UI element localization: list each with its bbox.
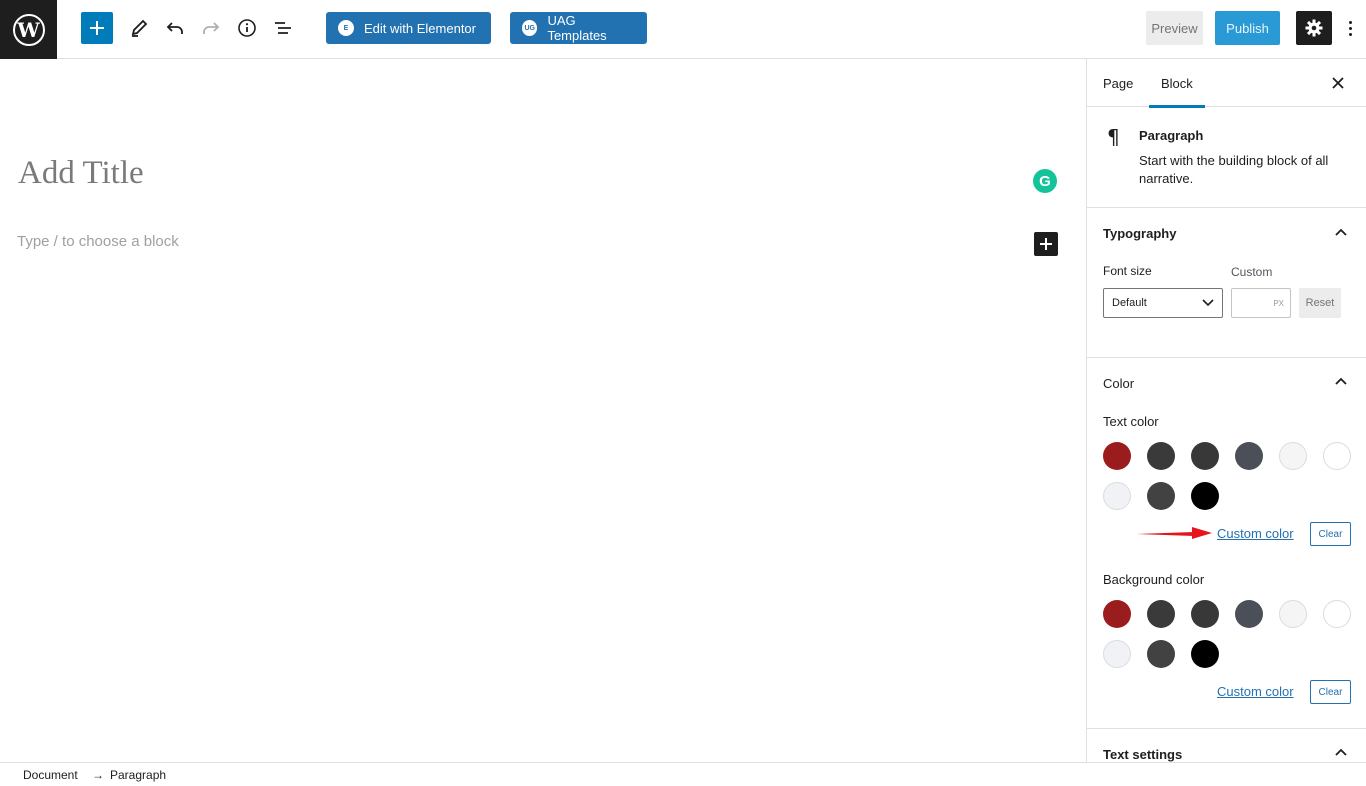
color-swatch[interactable] — [1147, 442, 1175, 470]
close-sidebar-button[interactable] — [1328, 73, 1348, 93]
color-swatch[interactable] — [1103, 442, 1131, 470]
block-appender-input[interactable]: Type / to choose a block — [17, 233, 179, 250]
color-swatch[interactable] — [1323, 442, 1351, 470]
tools-button[interactable] — [125, 14, 153, 42]
color-swatch[interactable] — [1235, 442, 1263, 470]
add-block-button[interactable] — [81, 12, 113, 44]
publish-button[interactable]: Publish — [1215, 11, 1280, 45]
undo-icon — [166, 22, 183, 34]
text-settings-panel-toggle[interactable]: Text settings — [1103, 747, 1182, 762]
text-settings-panel: Text settings — [1087, 729, 1366, 762]
tab-page[interactable]: Page — [1103, 59, 1133, 107]
edit-with-elementor-button[interactable]: E Edit with Elementor — [326, 12, 491, 44]
block-breadcrumb: Document → Paragraph — [0, 762, 1366, 786]
color-swatch[interactable] — [1279, 600, 1307, 628]
color-swatch[interactable] — [1147, 482, 1175, 510]
top-toolbar: W E Edit with Elementor UG UAG Templates… — [0, 0, 1366, 59]
typography-panel: Typography Font size Custom Default PX R… — [1087, 208, 1366, 358]
settings-sidebar: Page Block ¶ Paragraph Start with the bu… — [1086, 59, 1366, 762]
chevron-up-icon[interactable] — [1334, 746, 1348, 760]
info-icon — [238, 19, 256, 37]
text-custom-color-link[interactable]: Custom color — [1217, 526, 1294, 541]
background-custom-color-link[interactable]: Custom color — [1217, 684, 1294, 699]
block-card: ¶ Paragraph Start with the building bloc… — [1087, 107, 1366, 208]
chevron-down-icon — [1202, 299, 1214, 307]
breadcrumb-paragraph[interactable]: Paragraph — [110, 768, 166, 782]
list-view-icon — [275, 22, 291, 34]
color-swatch[interactable] — [1103, 640, 1131, 668]
color-swatch[interactable] — [1103, 482, 1131, 510]
details-button[interactable] — [233, 14, 261, 42]
font-size-select[interactable]: Default — [1103, 288, 1223, 318]
block-card-title: Paragraph — [1139, 128, 1204, 143]
pencil-icon — [131, 19, 148, 37]
color-swatch[interactable] — [1279, 442, 1307, 470]
preview-button[interactable]: Preview — [1146, 11, 1203, 45]
annotation-arrow-icon — [1136, 527, 1212, 539]
color-swatch[interactable] — [1103, 600, 1131, 628]
color-swatch[interactable] — [1147, 640, 1175, 668]
font-size-label: Font size — [1103, 264, 1152, 278]
text-color-clear-button[interactable]: Clear — [1310, 522, 1351, 546]
uag-icon: UG — [522, 20, 538, 36]
paragraph-icon: ¶ — [1107, 125, 1120, 149]
typography-panel-toggle[interactable]: Typography — [1103, 226, 1176, 241]
sidebar-tabs: Page Block — [1087, 59, 1366, 108]
post-title-input[interactable]: Add Title — [18, 155, 144, 192]
more-options-button[interactable] — [1340, 14, 1360, 42]
color-swatch[interactable] — [1147, 600, 1175, 628]
color-panel: Color Text color Custom color Clear Back… — [1087, 358, 1366, 729]
plus-icon — [1040, 238, 1052, 250]
color-swatch[interactable] — [1235, 600, 1263, 628]
custom-font-size-input[interactable]: PX — [1231, 288, 1291, 318]
color-swatch[interactable] — [1191, 600, 1219, 628]
redo-button[interactable] — [197, 14, 225, 42]
block-inserter-button[interactable] — [1034, 232, 1058, 256]
background-color-label: Background color — [1103, 572, 1205, 587]
color-swatch[interactable] — [1191, 482, 1219, 510]
settings-button[interactable] — [1296, 11, 1332, 45]
gear-icon — [1305, 19, 1323, 37]
more-vertical-icon — [1348, 20, 1352, 24]
breadcrumb-document[interactable]: Document — [23, 768, 78, 782]
custom-size-label: Custom — [1231, 265, 1273, 279]
editor-canvas: Add Title G Type / to choose a block — [0, 59, 1086, 762]
font-size-select-value: Default — [1112, 297, 1147, 309]
uag-templates-button[interactable]: UG UAG Templates — [510, 12, 647, 44]
block-card-description: Start with the building block of all nar… — [1139, 153, 1329, 186]
grammarly-icon[interactable]: G — [1033, 169, 1057, 193]
plus-icon — [90, 21, 104, 35]
reset-font-size-button[interactable]: Reset — [1299, 288, 1341, 318]
wordpress-logo-button[interactable]: W — [0, 0, 57, 59]
list-view-button[interactable] — [269, 14, 297, 42]
elementor-icon: E — [338, 20, 354, 36]
undo-button[interactable] — [161, 14, 189, 42]
redo-icon — [203, 22, 220, 34]
color-panel-toggle[interactable]: Color — [1103, 376, 1134, 391]
wordpress-logo-icon: W — [12, 13, 45, 46]
chevron-up-icon[interactable] — [1334, 226, 1348, 240]
unit-label: PX — [1273, 298, 1284, 308]
background-color-clear-button[interactable]: Clear — [1310, 680, 1351, 704]
breadcrumb-separator: → — [92, 768, 104, 782]
edit-with-elementor-label: Edit with Elementor — [364, 20, 476, 36]
tab-block[interactable]: Block — [1149, 59, 1205, 108]
uag-templates-label: UAG Templates — [547, 13, 607, 43]
color-swatch[interactable] — [1191, 640, 1219, 668]
text-color-label: Text color — [1103, 414, 1159, 429]
color-swatch[interactable] — [1191, 442, 1219, 470]
chevron-up-icon[interactable] — [1334, 375, 1348, 389]
close-icon — [1332, 77, 1344, 89]
color-swatch[interactable] — [1323, 600, 1351, 628]
